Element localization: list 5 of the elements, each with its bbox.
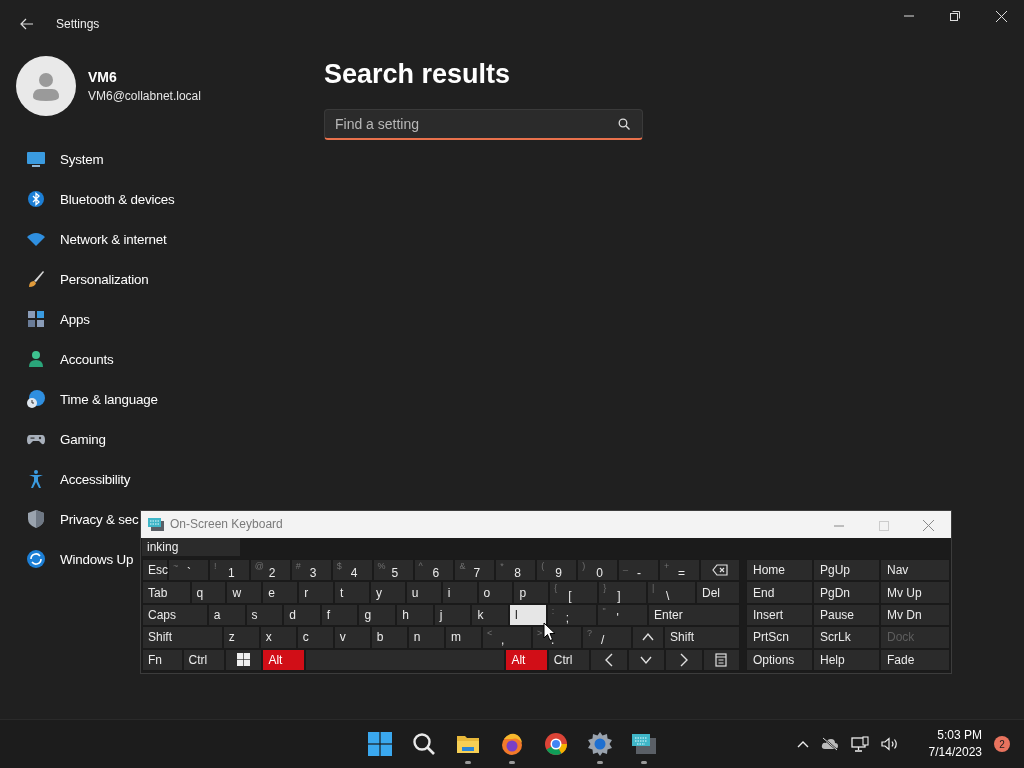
- page-title: Search results: [324, 59, 512, 90]
- user-name: VM6: [88, 69, 118, 85]
- user-email: VM6@collabnet.local: [88, 89, 201, 103]
- window-title: Settings: [56, 17, 100, 31]
- keyboard-title: On-Screen Keyboard: [170, 517, 283, 532]
